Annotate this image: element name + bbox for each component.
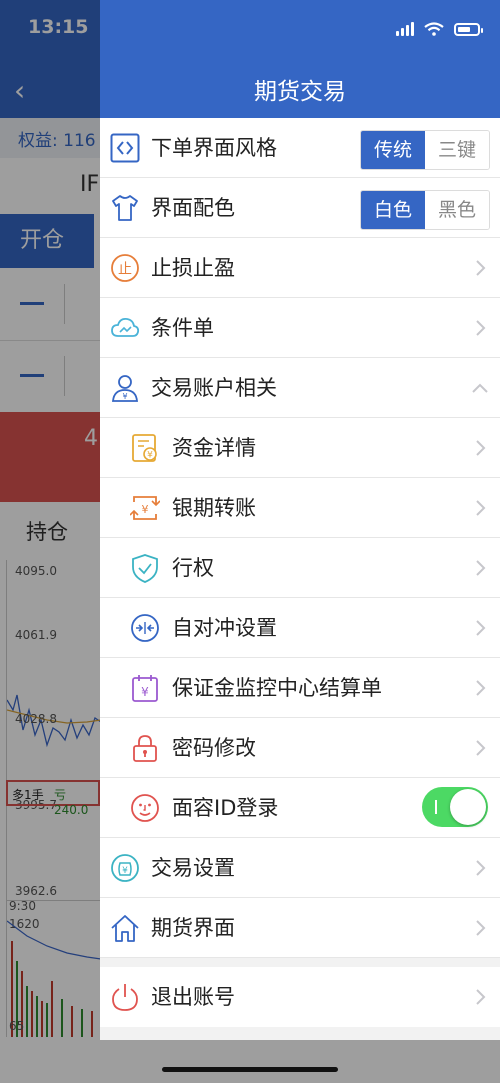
chevron-right-icon bbox=[476, 989, 486, 1005]
option-black[interactable]: 黑色 bbox=[425, 191, 489, 229]
menu-item-label: 条件单 bbox=[151, 316, 214, 340]
chevron-up-icon bbox=[472, 383, 488, 393]
chevron-right-icon bbox=[476, 920, 486, 936]
status-icons bbox=[396, 22, 483, 36]
transfer-icon: ¥ bbox=[130, 496, 160, 520]
face-id-icon bbox=[131, 794, 159, 822]
order-style-label: 下单界面风格 bbox=[151, 136, 277, 160]
chevron-right-icon bbox=[476, 320, 486, 336]
menu-item-label: 期货界面 bbox=[151, 916, 235, 940]
menu-item-futures-interface[interactable]: 期货界面 bbox=[100, 898, 500, 958]
menu-item-self-hedge[interactable]: 自对冲设置 bbox=[100, 598, 500, 658]
menu-item-bank-transfer[interactable]: ¥ 银期转账 bbox=[100, 478, 500, 538]
option-white[interactable]: 白色 bbox=[361, 191, 425, 229]
menu-item-label: 止损止盈 bbox=[151, 256, 235, 280]
menu-item-conditional-order[interactable]: 条件单 bbox=[100, 298, 500, 358]
menu-item-change-password[interactable]: 密码修改 bbox=[100, 718, 500, 778]
lock-icon bbox=[133, 735, 157, 762]
menu-item-face-id: 面容ID登录 bbox=[100, 778, 500, 838]
option-traditional[interactable]: 传统 bbox=[361, 131, 425, 169]
svg-text:¥: ¥ bbox=[141, 685, 149, 699]
menu-item-label: 面容ID登录 bbox=[172, 796, 279, 820]
hedge-arrows-icon bbox=[131, 614, 159, 642]
menu-item-label: 银期转账 bbox=[172, 496, 256, 520]
face-id-toggle[interactable] bbox=[422, 787, 488, 827]
menu-item-label: 自对冲设置 bbox=[172, 616, 277, 640]
home-indicator[interactable] bbox=[162, 1067, 338, 1072]
bottom-divider bbox=[100, 1027, 500, 1040]
trade-settings-icon: ¥ bbox=[111, 854, 139, 882]
menu-item-stop-loss[interactable]: 止 止损止盈 bbox=[100, 238, 500, 298]
menu-item-trade-settings[interactable]: ¥ 交易设置 bbox=[100, 838, 500, 898]
menu-item-fund-details[interactable]: ¥ 资金详情 bbox=[100, 418, 500, 478]
drawer-header: 期货交易 bbox=[100, 0, 500, 118]
battery-icon bbox=[454, 22, 483, 36]
svg-text:止: 止 bbox=[118, 262, 132, 278]
wifi-icon bbox=[424, 22, 444, 36]
menu-item-logout[interactable]: 退出账号 bbox=[100, 967, 500, 1027]
menu-item-exercise[interactable]: 行权 bbox=[100, 538, 500, 598]
cloud-icon bbox=[111, 317, 140, 337]
chevron-right-icon bbox=[476, 260, 486, 276]
power-icon bbox=[112, 984, 138, 1011]
color-scheme-row: 界面配色 白色 黑色 bbox=[100, 178, 500, 238]
color-scheme-segmented: 白色 黑色 bbox=[360, 190, 490, 230]
svg-text:¥: ¥ bbox=[142, 503, 149, 516]
account-user-icon: ¥ bbox=[112, 375, 138, 402]
menu-item-label: 保证金监控中心结算单 bbox=[172, 676, 382, 700]
shield-check-icon bbox=[132, 554, 158, 583]
tshirt-icon bbox=[112, 195, 138, 221]
page-title: 期货交易 bbox=[254, 79, 346, 105]
menu-item-label: 行权 bbox=[172, 556, 214, 580]
cellular-signal-icon bbox=[396, 22, 414, 36]
settings-drawer: 期货交易 下单界面风格 传统 三键 界面配色 白色 黑色 止 止损止盈 条件单 … bbox=[100, 0, 500, 1040]
order-style-segmented: 传统 三键 bbox=[360, 130, 490, 170]
svg-text:¥: ¥ bbox=[122, 866, 128, 876]
chevron-right-icon bbox=[476, 740, 486, 756]
order-style-row: 下单界面风格 传统 三键 bbox=[100, 118, 500, 178]
chevron-right-icon bbox=[476, 680, 486, 696]
stop-sign-icon: 止 bbox=[111, 254, 139, 282]
chevron-right-icon bbox=[476, 500, 486, 516]
menu-item-label: 退出账号 bbox=[151, 985, 235, 1009]
menu-item-label: 交易设置 bbox=[151, 856, 235, 880]
menu-item-label: 资金详情 bbox=[172, 436, 256, 460]
color-scheme-label: 界面配色 bbox=[151, 196, 235, 220]
home-icon bbox=[111, 915, 139, 942]
menu-item-account-related[interactable]: ¥ 交易账户相关 bbox=[100, 358, 500, 418]
menu-item-margin-statement[interactable]: ¥ 保证金监控中心结算单 bbox=[100, 658, 500, 718]
chevron-right-icon bbox=[476, 620, 486, 636]
menu-item-label: 交易账户相关 bbox=[151, 376, 277, 400]
calendar-yen-icon: ¥ bbox=[132, 675, 158, 702]
option-three-key[interactable]: 三键 bbox=[425, 131, 489, 169]
order-style-icon bbox=[110, 133, 140, 163]
menu-item-label: 密码修改 bbox=[172, 736, 256, 760]
chevron-right-icon bbox=[476, 860, 486, 876]
svg-text:¥: ¥ bbox=[122, 392, 127, 401]
chevron-right-icon bbox=[476, 560, 486, 576]
section-divider bbox=[100, 958, 500, 967]
chevron-right-icon bbox=[476, 440, 486, 456]
svg-text:¥: ¥ bbox=[147, 451, 153, 461]
fund-document-icon: ¥ bbox=[132, 434, 157, 462]
